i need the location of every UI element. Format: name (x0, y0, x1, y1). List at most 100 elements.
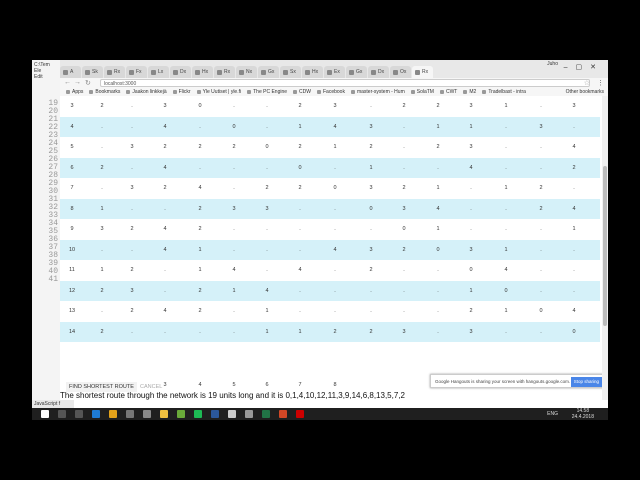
grid-cell[interactable]: 4 (564, 301, 584, 322)
grid-cell[interactable]: . (394, 260, 414, 281)
grid-cell[interactable]: . (290, 301, 310, 322)
grid-cell[interactable]: . (564, 260, 584, 281)
grid-cell[interactable]: 2 (290, 137, 310, 158)
grid-cell[interactable]: . (290, 199, 310, 220)
grid-cell[interactable]: . (531, 322, 551, 343)
grid-cell[interactable]: 3 (122, 137, 142, 158)
stop-sharing-button[interactable]: Stop sharing (570, 377, 602, 387)
grid-cell[interactable]: 1 (257, 301, 277, 322)
grid-cell[interactable]: . (531, 158, 551, 179)
powerpoint-icon[interactable] (279, 410, 287, 418)
grid-cell[interactable]: 1 (461, 281, 481, 302)
grid-cell[interactable]: . (92, 301, 112, 322)
grid-cell[interactable]: . (394, 117, 414, 138)
grid-cell[interactable]: . (531, 219, 551, 240)
grid-cell[interactable]: 4 (155, 158, 175, 179)
calculator-icon[interactable] (143, 410, 151, 418)
spotify-icon[interactable] (194, 410, 202, 418)
bookmark-item[interactable]: CDW (293, 88, 311, 96)
grid-cell[interactable]: 2 (190, 281, 210, 302)
grid-cell[interactable]: . (257, 158, 277, 179)
grid-cell[interactable]: 2 (190, 301, 210, 322)
grid-cell[interactable]: 2 (531, 199, 551, 220)
bookmark-star-icon[interactable]: ☆ (584, 79, 590, 87)
grid-cell[interactable]: 1 (92, 199, 112, 220)
window-controls[interactable]: –▢✕ (564, 63, 604, 71)
grid-cell[interactable]: . (394, 158, 414, 179)
bookmark-item[interactable]: M2 (463, 88, 476, 96)
address-bar[interactable]: localhost:3000 (100, 79, 590, 87)
grid-cell[interactable]: 2 (325, 322, 345, 343)
grid-cell[interactable]: 4 (224, 260, 244, 281)
grid-cell[interactable]: . (496, 322, 516, 343)
grid-cell[interactable]: 3 (122, 281, 142, 302)
grid-cell[interactable]: . (325, 281, 345, 302)
grid-cell[interactable]: 1 (496, 178, 516, 199)
grid-cell[interactable]: 3 (155, 96, 175, 117)
grid-cell[interactable]: 4 (325, 117, 345, 138)
browser-tab[interactable]: Dx (170, 66, 191, 78)
grid-cell[interactable]: 3 (361, 178, 381, 199)
grid-cell[interactable]: . (531, 96, 551, 117)
grid-cell[interactable]: . (224, 158, 244, 179)
grid-cell[interactable]: 4 (155, 219, 175, 240)
grid-cell[interactable]: . (290, 219, 310, 240)
grid-cell[interactable]: 3 (461, 96, 481, 117)
grid-cell[interactable]: . (257, 219, 277, 240)
grid-cell[interactable]: . (496, 158, 516, 179)
grid-cell[interactable]: 3 (564, 96, 584, 117)
grid-cell[interactable]: . (531, 137, 551, 158)
grid-cell[interactable]: 3 (394, 322, 414, 343)
grid-cell[interactable]: 0 (394, 219, 414, 240)
grid-cell[interactable]: 2 (257, 178, 277, 199)
grid-cell[interactable]: . (325, 158, 345, 179)
edge-icon[interactable] (92, 410, 100, 418)
grid-cell[interactable]: 4 (564, 199, 584, 220)
grid-cell[interactable]: 1 (290, 322, 310, 343)
grid-cell[interactable]: 2 (190, 199, 210, 220)
browser-tab[interactable]: Lx (148, 66, 169, 78)
grid-cell[interactable]: 2 (122, 301, 142, 322)
grid-cell[interactable]: . (122, 322, 142, 343)
browser-tab[interactable]: Dx (368, 66, 389, 78)
grid-cell[interactable]: 1 (92, 260, 112, 281)
grid-cell[interactable]: 1 (496, 301, 516, 322)
grid-cell[interactable]: 3 (461, 137, 481, 158)
grid-cell[interactable]: . (361, 219, 381, 240)
grid-cell[interactable]: 1 (190, 240, 210, 261)
word-icon[interactable] (211, 410, 219, 418)
folder-icon[interactable] (160, 410, 168, 418)
grid-cell[interactable]: . (564, 240, 584, 261)
grid-cell[interactable]: . (531, 240, 551, 261)
grid-cell[interactable]: . (224, 96, 244, 117)
grid-cell[interactable]: . (257, 117, 277, 138)
grid-cell[interactable]: 2 (394, 178, 414, 199)
grid-cell[interactable]: 1 (325, 137, 345, 158)
browser-tab[interactable]: A (60, 66, 81, 78)
grid-cell[interactable]: . (531, 260, 551, 281)
bookmark-item[interactable]: The PC Engine (247, 88, 287, 96)
grid-cell[interactable]: 3 (224, 199, 244, 220)
grid-cell[interactable]: 3 (461, 322, 481, 343)
grid-cell[interactable]: . (290, 281, 310, 302)
language-indicator[interactable]: ENG (547, 408, 558, 420)
grid-cell[interactable]: . (190, 158, 210, 179)
other-bookmarks[interactable]: Other bookmarks (566, 88, 604, 96)
bookmark-item[interactable]: Yle Uutiset | yle.fi (196, 88, 241, 96)
grid-cell[interactable]: 2 (224, 137, 244, 158)
grid-cell[interactable]: 4 (155, 301, 175, 322)
notepad-icon[interactable] (177, 410, 185, 418)
grid-cell[interactable]: 4 (290, 260, 310, 281)
grid-cell[interactable]: 0 (428, 240, 448, 261)
grid-cell[interactable]: . (461, 219, 481, 240)
reload-icon[interactable]: ↻ (85, 79, 91, 87)
grid-cell[interactable]: 1 (257, 322, 277, 343)
grid-cell[interactable]: . (92, 240, 112, 261)
grid-cell[interactable]: 2 (564, 158, 584, 179)
grid-cell[interactable]: 4 (155, 117, 175, 138)
grid-cell[interactable]: 1 (224, 281, 244, 302)
scrollbar[interactable] (602, 96, 608, 400)
grid-cell[interactable]: 2 (122, 260, 142, 281)
app-icon[interactable] (126, 410, 134, 418)
grid-cell[interactable]: 0 (290, 158, 310, 179)
